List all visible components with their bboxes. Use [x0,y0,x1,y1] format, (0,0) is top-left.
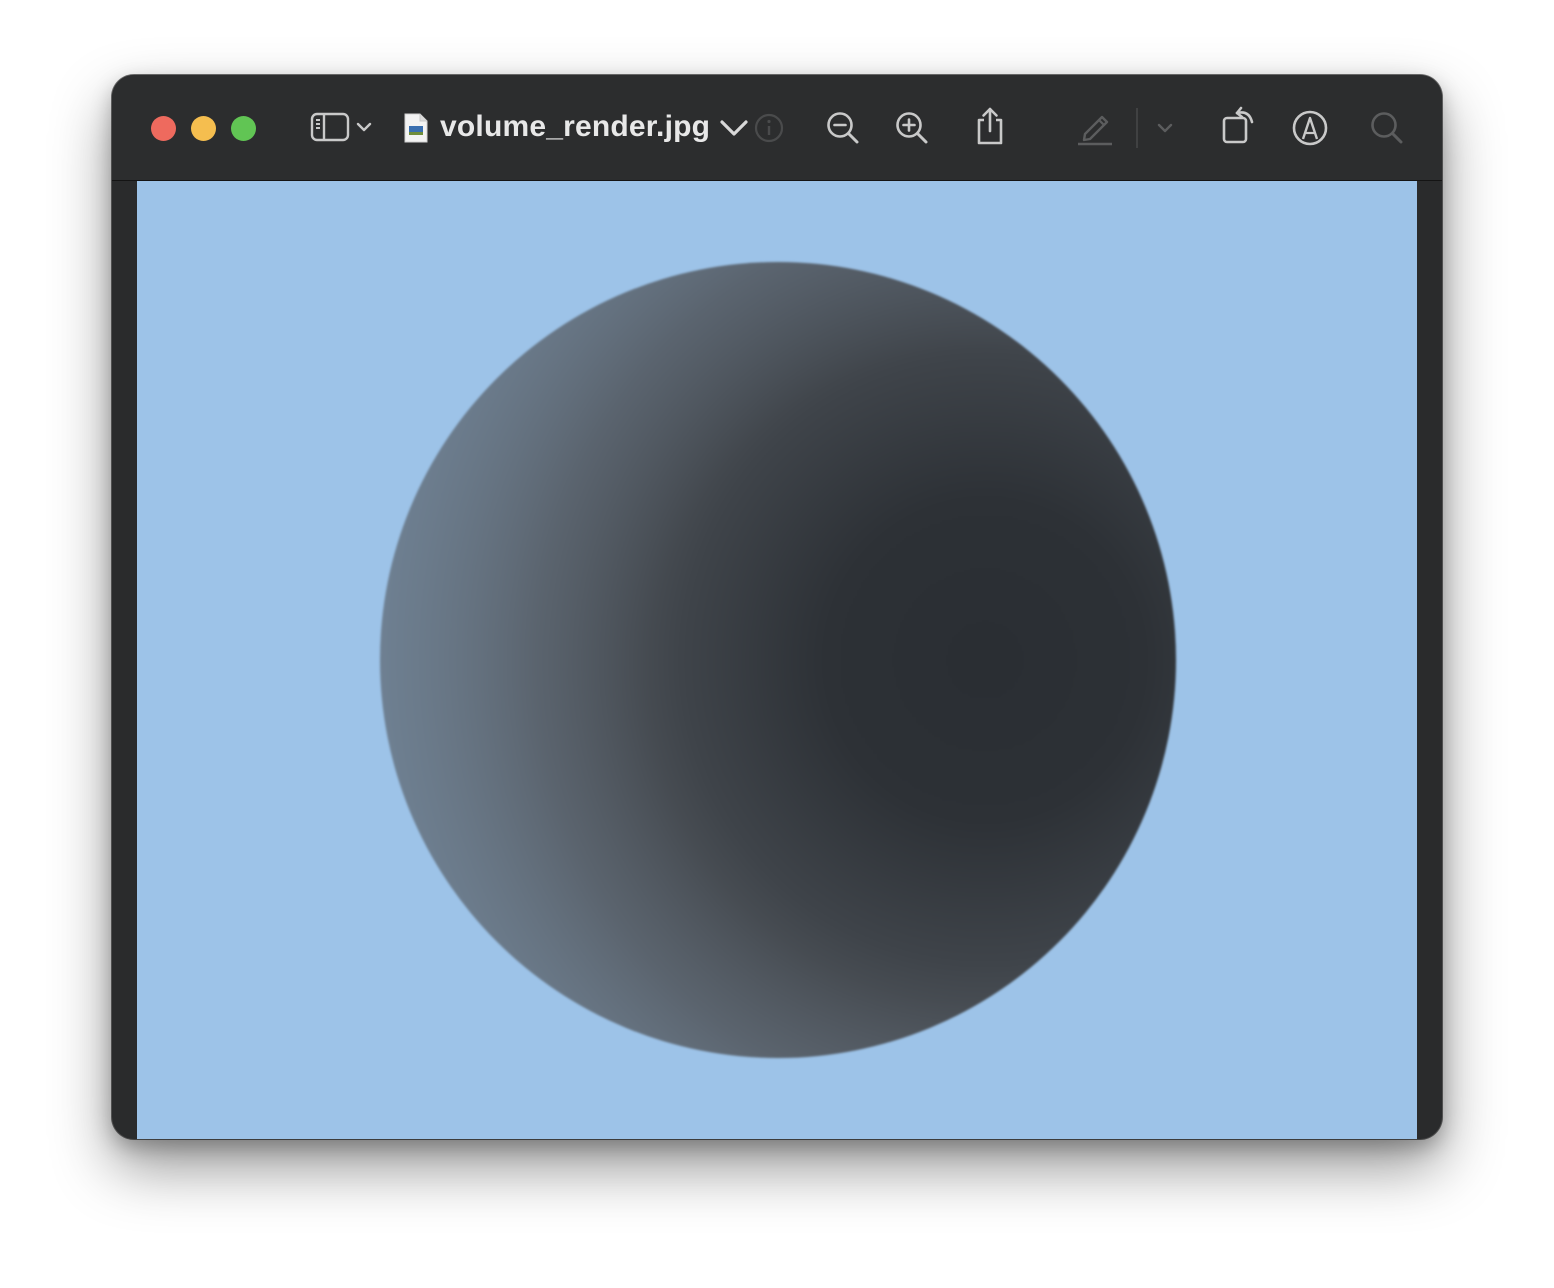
markup-icon [1291,109,1329,147]
chevron-down-icon [719,118,749,138]
share-button[interactable] [972,105,1008,147]
minimize-window-button[interactable] [191,116,216,141]
title-bar[interactable]: volume_render.jpg [112,75,1442,181]
sidebar-icon [310,111,350,143]
image-canvas[interactable] [137,181,1417,1139]
share-icon [973,106,1007,146]
preview-window: volume_render.jpg [112,75,1442,1139]
chevron-down-icon [1157,122,1173,134]
pencil-icon [1076,108,1114,146]
zoom-out-button[interactable] [824,109,862,147]
search-button[interactable] [1368,109,1406,147]
fullscreen-window-button[interactable] [231,116,256,141]
document-proxy-icon[interactable] [402,112,430,144]
highlight-menu-button[interactable] [1154,119,1176,137]
highlight-button[interactable] [1075,107,1115,147]
title-menu-button[interactable] [717,115,751,141]
desktop: volume_render.jpg [0,0,1554,1288]
rotate-button[interactable] [1218,105,1260,145]
search-icon [1369,110,1405,146]
chevron-down-icon [356,121,372,133]
zoom-in-button[interactable] [893,109,931,147]
info-icon [753,112,785,144]
markup-button[interactable] [1290,108,1330,148]
zoom-in-icon [894,110,930,146]
toolbar-divider [1136,108,1138,148]
close-window-button[interactable] [151,116,176,141]
document-title[interactable]: volume_render.jpg [440,107,710,147]
rendered-sphere [380,262,1176,1058]
sidebar-toggle-button[interactable] [306,109,376,145]
info-button[interactable] [752,111,786,145]
zoom-out-icon [825,110,861,146]
rotate-icon [1219,105,1259,145]
